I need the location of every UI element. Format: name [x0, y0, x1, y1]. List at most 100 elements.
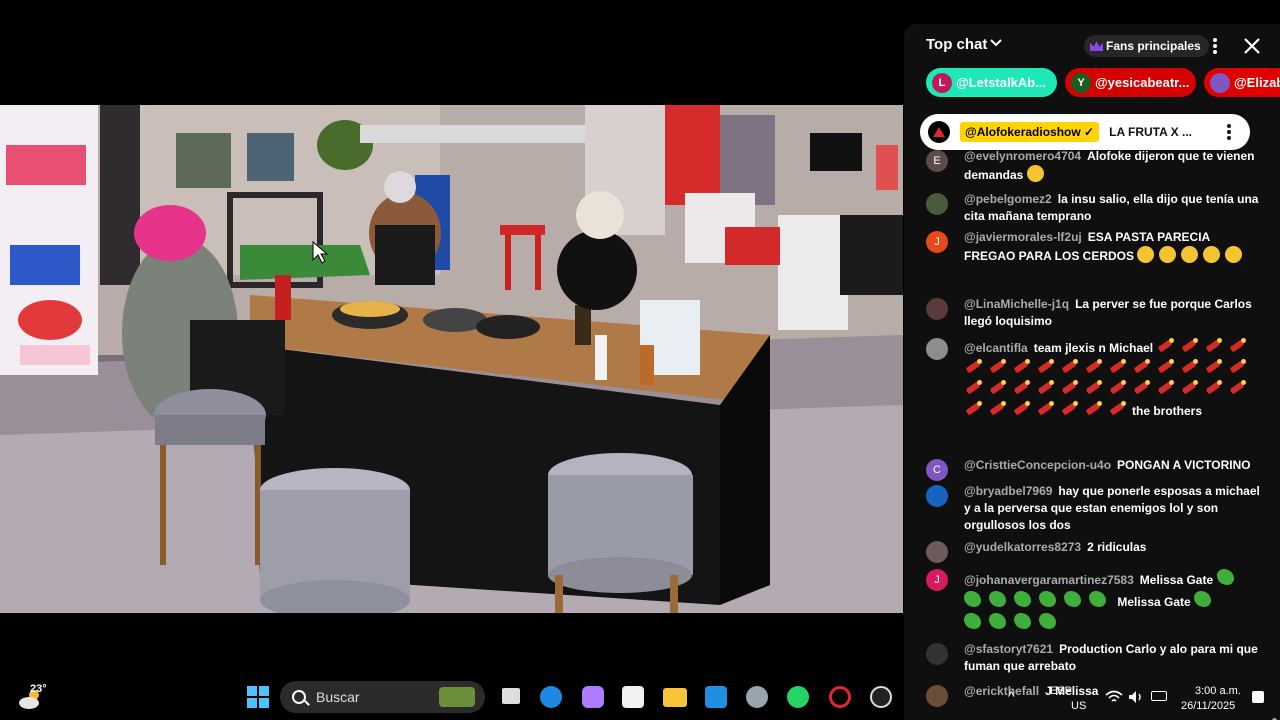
- laugh-emoji-icon: [1181, 246, 1199, 263]
- chevron-down-icon[interactable]: [988, 35, 1004, 51]
- chat-username[interactable]: @elcantifla: [964, 341, 1028, 355]
- taskbar-search-box[interactable]: Buscar: [280, 681, 485, 713]
- battery-icon[interactable]: [1151, 691, 1167, 701]
- search-highlight-icon: [439, 687, 475, 707]
- chevron-up-icon[interactable]: ^: [1008, 688, 1015, 704]
- pinned-message[interactable]: @Alofokeradioshow ✓ LA FRUTA X ...: [920, 114, 1250, 150]
- chat-username[interactable]: @yudelkatorres8273: [964, 540, 1081, 554]
- firework-emoji-icon: [988, 380, 1006, 394]
- chat-username[interactable]: @pebelgomez2: [964, 192, 1052, 206]
- dragon-emoji-icon: [989, 591, 1006, 607]
- video-frame: [0, 105, 903, 613]
- chat-username[interactable]: @sfastoryt7621: [964, 642, 1053, 656]
- chat-username[interactable]: @evelynromero4704: [964, 149, 1081, 163]
- language-region[interactable]: US: [1071, 700, 1086, 712]
- more-options-icon[interactable]: [1226, 122, 1232, 142]
- close-icon[interactable]: [1242, 36, 1262, 56]
- firework-emoji-icon: [1060, 401, 1078, 415]
- weather-widget[interactable]: 23°: [14, 682, 54, 712]
- app-blue-icon[interactable]: [705, 686, 727, 708]
- chat-mode-title[interactable]: Top chat: [926, 36, 987, 53]
- chat-text-tail: Melissa Gate: [1117, 595, 1191, 609]
- whatsapp-icon[interactable]: [787, 686, 809, 708]
- chat-text: 2 ridiculas: [1087, 540, 1147, 554]
- avatar: [926, 485, 948, 507]
- dragon-emoji-icon: [1014, 591, 1031, 607]
- firework-emoji-icon: [1204, 338, 1223, 352]
- firework-emoji-icon: [964, 359, 982, 373]
- firework-emoji-icon: [1132, 359, 1150, 373]
- ticker-item[interactable]: @Elizab: [1204, 68, 1280, 97]
- firework-emoji-icon: [964, 380, 982, 394]
- video-player[interactable]: [0, 105, 903, 613]
- firework-emoji-icon: [1156, 380, 1174, 394]
- dragon-emoji-icon: [1039, 613, 1056, 629]
- obs-icon[interactable]: [870, 686, 892, 708]
- avatar: J: [926, 569, 948, 591]
- clock-time[interactable]: 3:00 a.m.: [1195, 685, 1241, 697]
- wifi-icon[interactable]: [1105, 690, 1123, 704]
- firework-emoji-icon: [1084, 380, 1102, 394]
- task-view-icon[interactable]: [502, 688, 520, 704]
- ticker-name: @LetstalkAb...: [956, 75, 1046, 90]
- top-fans-label: Fans principales: [1106, 39, 1201, 53]
- microsoft-store-icon[interactable]: [622, 686, 644, 708]
- avatar: [926, 298, 948, 320]
- smile-emoji-icon: [1026, 165, 1044, 182]
- live-chat-panel: Top chat Fans principales L @LetstalkAb.…: [904, 24, 1280, 720]
- chat-username[interactable]: @LinaMichelle-j1q: [964, 297, 1069, 311]
- clock-date[interactable]: 26/11/2025: [1181, 700, 1235, 712]
- firework-emoji-icon: [1228, 380, 1246, 394]
- avatar: C: [926, 459, 948, 481]
- firework-emoji-icon: [1084, 401, 1102, 415]
- windows-start-icon[interactable]: [247, 686, 269, 708]
- chat-username[interactable]: @johanavergaramartinez7583: [964, 573, 1134, 587]
- avatar: E: [926, 150, 948, 172]
- chat-text-tail: the brothers: [1132, 404, 1203, 418]
- notification-icon[interactable]: [1252, 691, 1264, 703]
- ticker-name: @yesicabeatr...: [1095, 75, 1190, 90]
- settings-gear-icon[interactable]: [746, 686, 768, 708]
- firework-emoji-icon: [1180, 380, 1198, 394]
- avatar: [926, 541, 948, 563]
- laugh-emoji-icon: [1203, 246, 1221, 263]
- dragon-emoji-icon: [1064, 591, 1081, 607]
- avatar: J: [926, 231, 948, 253]
- firework-emoji-icon: [1180, 338, 1199, 352]
- firework-emoji-icon: [1132, 380, 1150, 394]
- copilot-icon[interactable]: [582, 686, 604, 708]
- chat-username[interactable]: @bryadbel7969: [964, 484, 1052, 498]
- firework-emoji-icon: [1204, 359, 1222, 373]
- more-options-icon[interactable]: [1207, 36, 1223, 56]
- ticker-item[interactable]: L @LetstalkAb...: [926, 68, 1057, 97]
- firework-emoji-icon: [1036, 380, 1054, 394]
- firework-emoji-icon: [988, 359, 1006, 373]
- avatar: [926, 338, 948, 360]
- ticker-name: @Elizab: [1234, 75, 1280, 90]
- crown-icon: [1090, 41, 1103, 51]
- firework-emoji-icon: [988, 401, 1006, 415]
- firework-emoji-icon: [1060, 359, 1078, 373]
- firework-emoji-icon: [1156, 338, 1175, 352]
- avatar: L: [932, 72, 952, 93]
- edge-browser-icon[interactable]: [540, 686, 562, 708]
- chat-text: team jlexis n Michael: [1033, 341, 1154, 355]
- firework-emoji-icon: [1108, 401, 1126, 415]
- language-code[interactable]: ESP: [1050, 685, 1072, 697]
- opera-browser-icon[interactable]: [829, 686, 851, 708]
- channel-logo-icon: [928, 121, 950, 143]
- chat-username[interactable]: @CristtieConcepcion-u4o: [964, 458, 1111, 472]
- firework-emoji-icon: [964, 401, 982, 415]
- volume-icon[interactable]: [1128, 690, 1144, 704]
- chat-header: Top chat Fans principales: [904, 24, 1280, 66]
- firework-emoji-icon: [1012, 380, 1030, 394]
- firework-emoji-icon: [1108, 359, 1126, 373]
- top-fans-button[interactable]: Fans principales: [1084, 35, 1209, 57]
- pinned-author: @Alofokeradioshow ✓: [960, 122, 1100, 142]
- system-tray: ^ ESP US 3:00 a.m. 26/11/2025: [990, 682, 1275, 720]
- firework-emoji-icon: [1228, 338, 1247, 352]
- avatar: [926, 193, 948, 215]
- chat-username[interactable]: @javiermorales-lf2uj: [964, 230, 1082, 244]
- file-explorer-icon[interactable]: [663, 688, 687, 707]
- ticker-item[interactable]: Y @yesicabeatr...: [1065, 68, 1196, 97]
